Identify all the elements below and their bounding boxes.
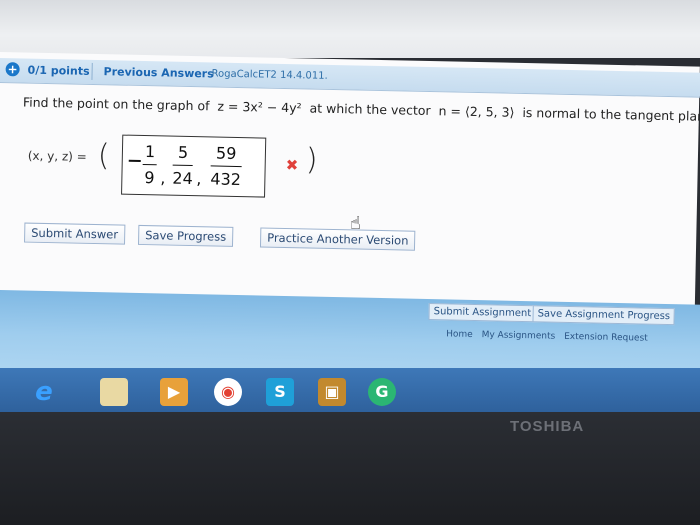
extension-request-link[interactable]: Extension Request (564, 332, 648, 344)
equation: z = 3x² − 4y² (217, 98, 302, 116)
comma: , (160, 168, 166, 188)
header-divider (91, 62, 93, 80)
minus-sign (128, 159, 141, 162)
fraction-2: 5 24 (172, 142, 194, 189)
submit-answer-button[interactable]: Submit Answer (24, 222, 126, 245)
answer-input[interactable]: 1 9 , 5 24 , 59 432 (121, 134, 267, 198)
submit-assignment-button[interactable]: Submit Assignment (428, 303, 537, 323)
vector: n = ⟨2, 5, 3⟩ (438, 103, 515, 120)
question-header: + 0/1 points Previous Answers RogaCalcET… (0, 57, 700, 99)
ie-icon[interactable]: e (30, 378, 58, 406)
footer-links: Home My Assignments Extension Request (446, 329, 654, 343)
monitor-bezel-bottom (0, 412, 700, 525)
expand-plus-icon[interactable]: + (5, 62, 20, 77)
taskbar: e ▶ ◉ S ▣ G (0, 368, 700, 416)
skype-icon[interactable]: S (266, 378, 294, 406)
comma: , (196, 169, 202, 189)
xyz-label: (x, y, z) = (27, 148, 87, 164)
file-explorer-icon[interactable] (100, 378, 128, 406)
brand-logo: TOSHIBA (510, 418, 585, 435)
open-paren: ( (97, 138, 110, 174)
grammarly-icon[interactable]: G (368, 378, 396, 406)
points-label: 0/1 points (27, 63, 90, 78)
practice-another-version-button[interactable]: Practice Another Version (259, 227, 416, 251)
chrome-icon[interactable]: ◉ (214, 378, 242, 406)
course-code: RogaCalcET2 14.4.011. (211, 68, 328, 82)
video-icon[interactable]: ▣ (318, 378, 346, 406)
fraction-3: 59 432 (210, 143, 242, 190)
question-text: Find the point on the graph of z = 3x² −… (22, 94, 700, 125)
home-link[interactable]: Home (446, 329, 473, 340)
media-player-icon[interactable]: ▶ (160, 378, 188, 406)
hand-cursor-icon: ☝ (350, 213, 361, 234)
save-progress-button[interactable]: Save Progress (137, 224, 234, 247)
previous-answers-link[interactable]: Previous Answers (103, 65, 213, 80)
save-assignment-progress-button[interactable]: Save Assignment Progress (532, 305, 676, 326)
fraction-1: 1 9 (142, 142, 158, 188)
close-paren: ) (305, 142, 318, 178)
monitor-bezel-top (0, 0, 700, 58)
incorrect-x-icon: ✖ (285, 156, 299, 175)
my-assignments-link[interactable]: My Assignments (482, 330, 556, 342)
